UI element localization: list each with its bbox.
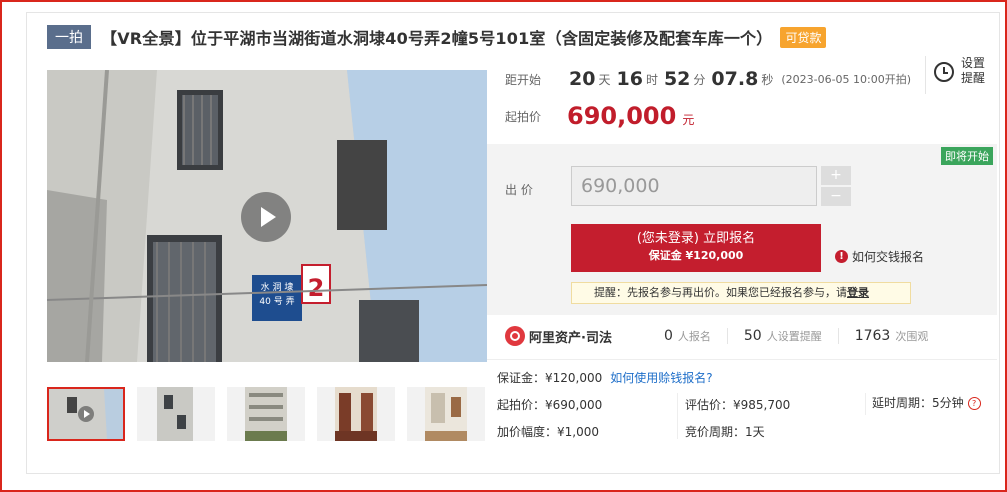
bid-label: 出 价: [505, 183, 533, 197]
countdown-seconds: 07.8: [711, 68, 759, 90]
stat-number: 50: [743, 328, 762, 344]
login-notice: 提醒：先报名参与再出价。如果您已经报名参与，请登录: [571, 282, 911, 304]
thumbnail-image: [317, 387, 395, 441]
how-to-pay-link[interactable]: ! 如何交钱报名: [835, 248, 924, 265]
thumbnail-5[interactable]: [407, 387, 485, 441]
bid-cycle-info: 竞价周期：1天: [685, 425, 765, 439]
thumbnail-strip: [47, 387, 497, 441]
thumbnail-2[interactable]: [137, 387, 215, 441]
stat-number: 1763: [854, 328, 891, 344]
info-icon: !: [835, 250, 848, 263]
countdown-row: 距开始 20 天 16 时 52 分 07.8 秒 (2023-06-05 10…: [505, 65, 911, 93]
thumbnail-1[interactable]: [47, 387, 125, 441]
deposit-text: 保证金：¥120,000: [497, 371, 603, 385]
login-link[interactable]: 登录: [847, 286, 869, 299]
thumbnail-4[interactable]: [317, 387, 395, 441]
thumbnail-image: [227, 387, 305, 441]
currency-unit: 元: [682, 112, 695, 127]
thumbnail-image: [49, 389, 123, 439]
play-video-button[interactable]: [241, 192, 291, 242]
auction-round-tag: 一拍: [47, 25, 91, 49]
decrease-bid-button[interactable]: −: [821, 187, 851, 206]
column-divider: [677, 393, 678, 439]
starting-price-row: 起拍价 690,000 元: [505, 101, 694, 131]
increment-info: 加价幅度：¥1,000: [497, 425, 599, 439]
starting-price-label: 起拍价: [505, 109, 542, 124]
column-divider: [865, 393, 866, 415]
countdown-label: 距开始: [505, 72, 542, 87]
thumbnail-image: [407, 387, 485, 441]
minutes-unit: 分: [693, 72, 706, 87]
notice-text: 提醒：先报名参与再出价。如果您已经报名参与，请: [594, 286, 847, 299]
appraisal-info: 评估价：¥985,700: [685, 398, 791, 412]
thumbnail-image: [137, 387, 215, 441]
register-now-button[interactable]: (您未登录) 立即报名 保证金 ¥120,000: [571, 224, 821, 272]
bid-stepper: + −: [821, 166, 851, 208]
countdown-hours: 16: [616, 68, 643, 90]
deposit-info: 保证金：¥120,000 如何使用赊钱报名?: [497, 369, 713, 386]
delay-info: 延时周期：5分钟?: [872, 394, 981, 411]
hours-unit: 时: [645, 72, 658, 87]
stat-reminders: 50 人设置提醒: [728, 328, 839, 344]
stat-label: 人设置提醒: [766, 330, 822, 343]
bid-amount-input[interactable]: [571, 166, 817, 206]
seconds-unit: 秒: [761, 72, 774, 87]
ali-assets-logo-icon: [505, 326, 525, 346]
deposit-amount: 保证金 ¥120,000: [648, 249, 744, 262]
starting-price-value: 690,000: [567, 102, 677, 130]
countdown-minutes: 52: [663, 68, 691, 90]
stat-number: 0: [663, 328, 673, 344]
stat-label: 人报名: [677, 330, 711, 343]
sign-line2: 40 号 弄: [259, 296, 294, 307]
status-badge: 即将开始: [941, 147, 993, 165]
delay-text: 延时周期：5分钟: [872, 396, 964, 410]
brand-name: 阿里资产·司法: [529, 330, 612, 346]
divider: [487, 359, 997, 360]
title-row: 一拍 【VR全景】位于平湖市当湖街道水洞埭40号弄2幢5号101室（含固定装修及…: [47, 25, 827, 49]
main-photo[interactable]: 水 洞 埭 40 号 弄 2: [47, 70, 487, 362]
thumbnail-3[interactable]: [227, 387, 305, 441]
stat-label: 次围观: [895, 330, 929, 343]
sign-number: 2: [308, 274, 325, 302]
deposit-help-link[interactable]: 如何使用赊钱报名?: [610, 371, 712, 385]
stat-registrations: 0 人报名: [648, 328, 728, 344]
countdown-days: 20: [569, 68, 596, 90]
increase-bid-button[interactable]: +: [821, 166, 851, 185]
stat-views: 1763 次围观: [839, 328, 945, 344]
auction-card: 一拍 【VR全景】位于平湖市当湖街道水洞埭40号弄2幢5号101室（含固定装修及…: [26, 12, 1000, 474]
start-time: (2023-06-05 10:00开拍): [781, 73, 912, 86]
stats-row: 阿里资产·司法 0 人报名 50 人设置提醒 1763 次围观: [505, 321, 995, 351]
days-unit: 天: [598, 72, 611, 87]
reminder-label: 设置提醒: [961, 56, 986, 85]
register-button-label: (您未登录) 立即报名: [636, 231, 756, 246]
alarm-clock-icon: [934, 62, 954, 82]
help-icon[interactable]: ?: [967, 397, 981, 410]
bid-panel: 即将开始 出 价 + − (您未登录) 立即报名 保证金 ¥120,000 ! …: [487, 144, 997, 315]
loan-badge: 可贷款: [780, 26, 827, 48]
how-to-pay-label: 如何交钱报名: [852, 250, 925, 264]
set-reminder-button[interactable]: 设置提醒: [925, 56, 990, 94]
start-price-info: 起拍价：¥690,000: [497, 398, 603, 412]
item-title[interactable]: 【VR全景】位于平湖市当湖街道水洞埭40号弄2幢5号101室（含固定装修及配套车…: [101, 25, 772, 49]
